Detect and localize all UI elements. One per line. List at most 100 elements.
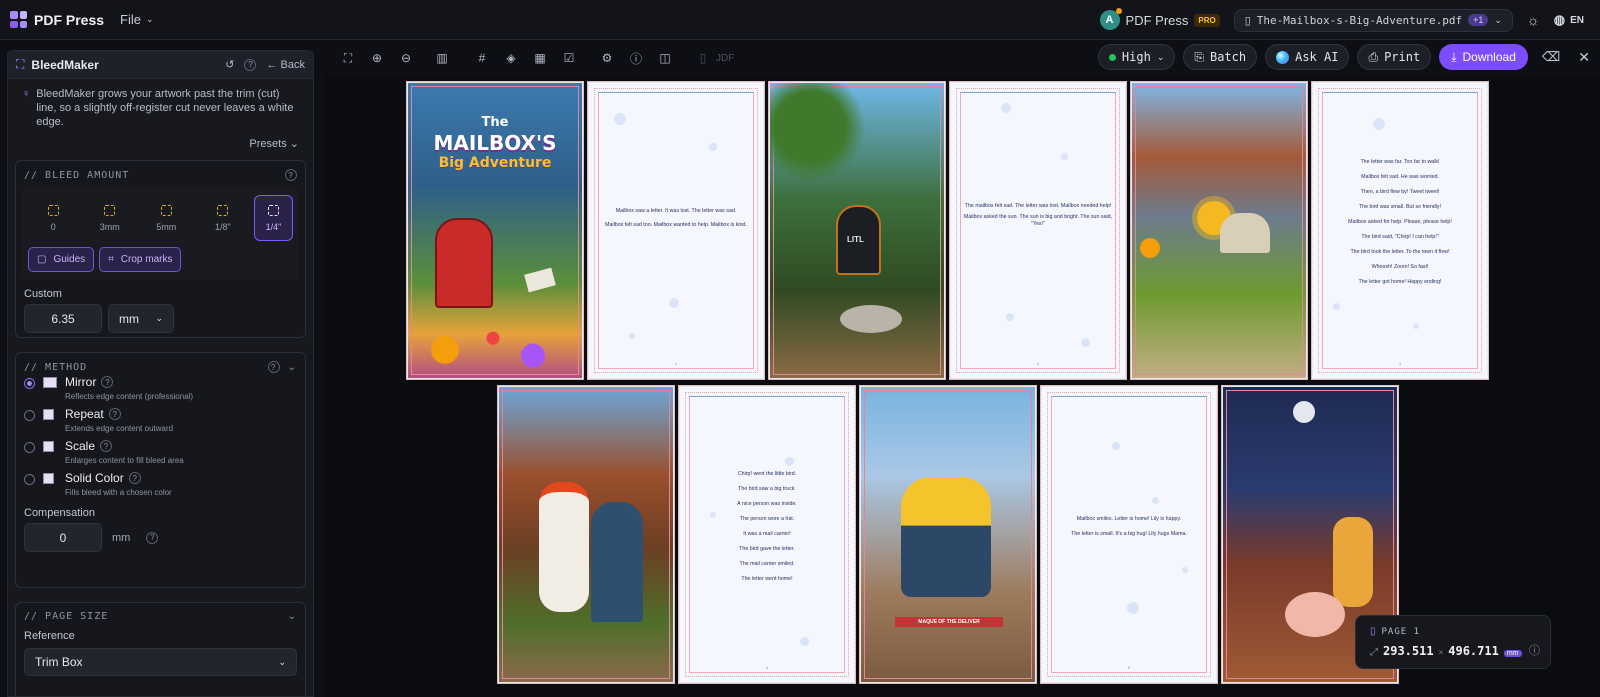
file-switcher[interactable]: ▯ The-Mailbox-s-Big-Adventure.pdf +1 ⌄ <box>1233 8 1513 32</box>
unit-select[interactable]: mm ⌄ <box>108 304 174 333</box>
zoom-in-icon[interactable]: ⊕ <box>368 49 386 67</box>
text-line: The bird took the letter. To the town it… <box>1350 249 1450 255</box>
page-thumbnail-8[interactable]: Chirp! went the little bird. The bird saw… <box>679 386 855 683</box>
text-line: The letter went home! <box>741 576 793 582</box>
method-desc: Reflects edge content (professional) <box>65 392 194 401</box>
language-selector[interactable]: ◍ EN <box>1554 12 1584 28</box>
page-thumbnail-1[interactable]: The MAILBOX'S Big Adventure <box>407 82 583 379</box>
ai-orb-icon <box>1276 50 1290 64</box>
mirror-icon <box>43 377 57 388</box>
fit-screen-icon[interactable]: ⛶ <box>339 49 357 67</box>
info-icon[interactable]: ⓘ <box>627 49 645 67</box>
section-header: // BLEED AMOUNT <box>24 169 130 181</box>
eraser-icon[interactable]: ⌫ <box>1542 49 1560 65</box>
chevron-down-icon[interactable]: ⌄ <box>288 362 297 373</box>
ask-ai-button[interactable]: Ask AI <box>1265 44 1350 70</box>
help-icon[interactable]: ? <box>100 440 113 452</box>
page-thumbnail-4[interactable]: The mailbox felt sad. The letter was los… <box>950 82 1126 379</box>
batch-button[interactable]: ⎘ Batch <box>1183 44 1258 70</box>
zoom-out-icon[interactable]: ⊖ <box>397 49 415 67</box>
method-option-repeat[interactable]: Repeat? Extends edge content outward <box>16 401 305 433</box>
crop-marks-toggle[interactable]: ⌗ Crop marks <box>99 247 182 272</box>
text-line: The bird said, "Chirp! I can help!" <box>1361 234 1439 240</box>
help-icon[interactable]: ? <box>267 361 280 373</box>
help-icon[interactable]: ? <box>101 376 114 388</box>
document-icon: ▯ <box>1244 14 1251 27</box>
file-menu[interactable]: File ⌄ <box>120 12 154 27</box>
help-icon[interactable]: ? <box>244 58 257 71</box>
reset-icon[interactable]: ↺ <box>225 58 234 71</box>
close-icon[interactable]: ✕ <box>1578 49 1590 66</box>
help-icon[interactable]: ? <box>108 408 121 420</box>
file-count-badge: +1 <box>1468 14 1489 26</box>
text-line: The letter got home! Happy ending! <box>1358 279 1442 285</box>
page-text-block: The letter was far. Too far to walk! Mail… <box>1325 155 1475 290</box>
page-thumbnail-2[interactable]: Mailbox saw a letter. It was lost. The l… <box>588 82 764 379</box>
frame-icon: ▢ <box>37 254 47 265</box>
page-label: PAGE 1 <box>1381 626 1421 637</box>
text-line: Mailbox asked for help. Please, please h… <box>1348 219 1452 225</box>
bleed-option-5mm[interactable]: 5mm <box>141 195 192 241</box>
method-option-scale[interactable]: Scale? Enlarges content to fill bleed are… <box>16 433 305 465</box>
info-icon[interactable]: ⓘ <box>1529 642 1540 658</box>
text-line: Mailbox felt sad. He was worried. <box>1361 174 1439 180</box>
table-icon[interactable]: ▦ <box>531 49 549 67</box>
page-number: 2 <box>1036 361 1040 366</box>
page-thumbnail-7[interactable] <box>498 386 674 683</box>
grid-hash-icon[interactable]: # <box>473 49 491 67</box>
page-thumbnail-9[interactable]: MAQUE OF THE DELIVER <box>860 386 1036 683</box>
page-thumbnail-6[interactable]: The letter was far. Too far to walk! Mail… <box>1312 82 1488 379</box>
compensation-input[interactable]: 0 <box>24 523 102 552</box>
chevron-down-icon[interactable]: ⌄ <box>288 611 297 622</box>
text-line: Mailbox smiles. Letter is home! Lily is … <box>1076 516 1182 522</box>
download-button[interactable]: ⤓ Download <box>1439 44 1528 70</box>
page-size-section: // PAGE SIZE ⌄ Reference Trim Box ⌄ <box>15 602 306 696</box>
presets-dropdown[interactable]: Presets ⌄ <box>8 129 313 150</box>
flowers-illustration <box>413 315 573 373</box>
radio-button[interactable] <box>24 378 35 389</box>
file-menu-label: File <box>120 12 141 27</box>
cover-title-line3: Big Adventure <box>438 155 552 171</box>
compensation-label: Compensation <box>24 507 95 519</box>
bleed-option-1-4in[interactable]: 1/4" <box>254 195 293 241</box>
settings-gear-icon[interactable]: ⚙ <box>598 49 616 67</box>
page-thumbnail-5[interactable] <box>1131 82 1307 379</box>
app-logo[interactable]: PDF Press <box>10 11 104 28</box>
radio-button[interactable] <box>24 410 35 421</box>
custom-bleed-input[interactable]: 6.35 <box>24 304 102 333</box>
theme-toggle-icon[interactable]: ☼ <box>1527 12 1540 28</box>
reference-select[interactable]: Trim Box ⌄ <box>24 648 297 676</box>
method-option-solid-color[interactable]: Solid Color? Fills bleed with a chosen co… <box>16 465 305 497</box>
radio-button[interactable] <box>24 474 35 485</box>
text-line: The mailbox felt sad. The letter was los… <box>964 203 1112 209</box>
tree-illustration <box>770 83 870 193</box>
bleed-option-3mm[interactable]: 3mm <box>85 195 136 241</box>
columns-icon[interactable]: ▥ <box>433 49 451 67</box>
help-icon[interactable]: ? <box>285 169 297 181</box>
text-line: Chirp! went the little bird. <box>737 471 797 477</box>
print-button[interactable]: ⎙ Print <box>1357 44 1432 70</box>
text-line: The bird was small. But so friendly! <box>1358 204 1442 210</box>
text-line: The bird gave the letter. <box>739 546 795 552</box>
reference-value: Trim Box <box>35 655 83 669</box>
help-icon[interactable]: ? <box>128 472 141 484</box>
text-line: Whoosh! Zoom! So fast! <box>1371 264 1429 270</box>
compare-icon[interactable]: ◫ <box>656 49 674 67</box>
guides-toggle[interactable]: ▢ Guides <box>28 247 95 272</box>
bleed-option-0[interactable]: 0 <box>28 195 79 241</box>
radio-button[interactable] <box>24 442 35 453</box>
text-line: The mail carrier smiled. <box>739 561 795 567</box>
account-menu[interactable]: A PDF Press PRO <box>1099 8 1220 30</box>
method-option-mirror[interactable]: Mirror? Reflects edge content (profession… <box>16 373 305 401</box>
text-line: Mailbox felt sad too. Mailbox wanted to … <box>605 221 747 228</box>
page-thumbnail-3[interactable]: LITL <box>769 82 945 379</box>
page-thumbnail-10[interactable]: Mailbox smiles. Letter is home! Lily is … <box>1041 386 1217 683</box>
bleed-option-1-8in[interactable]: 1/8" <box>198 195 249 241</box>
layers-icon[interactable]: ◈ <box>502 49 520 67</box>
back-button[interactable]: ← Back <box>266 59 305 71</box>
bleed-icon <box>217 204 229 216</box>
help-icon[interactable]: ? <box>146 531 159 544</box>
quality-selector[interactable]: High ⌄ <box>1097 44 1176 70</box>
checkbox-icon[interactable]: ☑ <box>560 49 578 67</box>
bleed-icon <box>47 204 59 216</box>
